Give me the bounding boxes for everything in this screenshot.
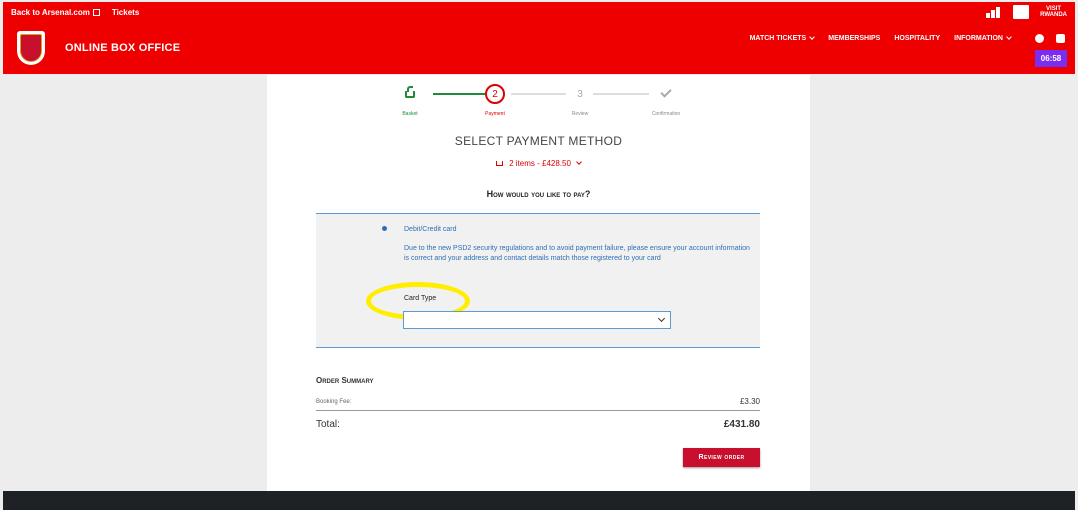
back-to-arsenal-label: Back to Arsenal.com (11, 7, 90, 17)
session-timer: 06:58 (1035, 50, 1067, 67)
nav-information[interactable]: INFORMATION (954, 34, 1012, 42)
basket-summary-text: 2 items - £428.50 (509, 159, 571, 168)
card-type-select[interactable] (403, 311, 671, 329)
step-review: 3 Review (550, 83, 610, 118)
chevron-down-icon (657, 314, 666, 323)
visit-rwanda-logo[interactable]: VISIT RWANDA (1040, 6, 1067, 18)
basket-icon (405, 85, 415, 98)
main-nav: MATCH TICKETS MEMBERSHIPS HOSPITALITY IN… (736, 34, 1012, 42)
nav-memberships[interactable]: MEMBERSHIPS (828, 35, 880, 42)
chevron-down-icon (576, 159, 582, 165)
step-confirmation: Confirmation (636, 83, 696, 117)
debit-credit-label[interactable]: Debit/Credit card (404, 226, 457, 233)
booking-fee-label: Booking Fee: (316, 398, 352, 405)
external-link-icon (92, 8, 100, 16)
booking-fee-row: Booking Fee: £3.30 (316, 393, 760, 411)
back-to-arsenal-link[interactable]: Back to Arsenal.com (11, 8, 100, 17)
arsenal-crest-logo[interactable] (17, 31, 45, 65)
basket-summary-toggle[interactable]: 2 items - £428.50 (267, 159, 810, 168)
step-number: 3 (577, 88, 583, 100)
page-title: SELECT PAYMENT METHOD (454, 134, 623, 148)
tickets-link[interactable]: Tickets (112, 8, 139, 17)
account-icon[interactable] (1035, 34, 1044, 43)
payment-method-box: Debit/Credit card Due to the new PSD2 se… (316, 213, 760, 348)
step-confirmation-label: Confirmation (651, 111, 681, 117)
emirates-logo[interactable] (1012, 5, 1030, 19)
nav-information-label: INFORMATION (954, 35, 1003, 42)
step-number: 2 (485, 84, 505, 104)
adidas-logo[interactable] (984, 5, 1002, 19)
nav-match-tickets[interactable]: MATCH TICKETS (749, 34, 816, 42)
checkout-progress: Basket 2 Payment 3 Review Confirmation (267, 83, 810, 123)
checkmark-icon (660, 86, 672, 98)
chevron-down-icon (1006, 34, 1012, 40)
main-header: ONLINE BOX OFFICE MATCH TICKETS MEMBERSH… (3, 22, 1075, 74)
step-basket[interactable]: Basket (380, 83, 440, 117)
booking-fee-value: £3.30 (739, 397, 760, 406)
visit-rwanda-line2: RWANDA (1040, 12, 1067, 18)
step-review-label: Review (571, 111, 589, 117)
debit-credit-radio[interactable] (382, 226, 387, 231)
psd2-notice: Due to the new PSD2 security regulations… (404, 245, 750, 262)
chevron-down-icon (809, 34, 816, 40)
nav-hospitality-label: HOSPITALITY (894, 35, 941, 42)
total-value: £431.80 (723, 419, 760, 430)
checkout-panel: Basket 2 Payment 3 Review Confirmation S… (267, 75, 810, 491)
review-order-button[interactable]: Review order (683, 448, 760, 467)
step-basket-label: Basket (402, 111, 418, 117)
card-type-label: Card Type (404, 295, 437, 302)
nav-hospitality[interactable]: HOSPITALITY (894, 35, 940, 42)
basket-icon (496, 161, 504, 166)
order-summary-title: Order Summary (316, 376, 374, 385)
step-payment-label: Payment (485, 111, 505, 117)
nav-match-tickets-label: MATCH TICKETS (749, 35, 807, 42)
total-row: Total: £431.80 (316, 419, 760, 430)
total-label: Total: (316, 419, 340, 430)
payment-question: How would you like to pay? (486, 189, 591, 199)
page-footer (3, 491, 1075, 510)
brand-title: ONLINE BOX OFFICE (65, 42, 181, 54)
basket-icon[interactable] (1056, 34, 1065, 43)
utility-bar: Back to Arsenal.com Tickets VISIT RWANDA (3, 2, 1075, 22)
nav-memberships-label: MEMBERSHIPS (828, 35, 881, 42)
step-payment: 2 Payment (465, 83, 525, 117)
